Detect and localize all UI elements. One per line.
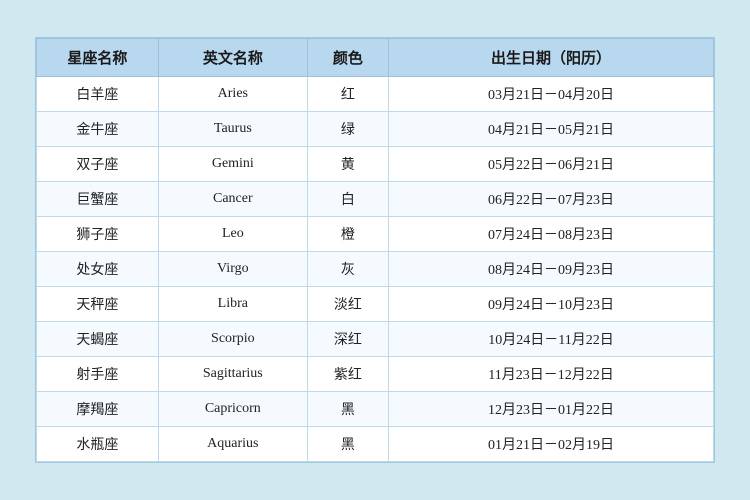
header-chinese: 星座名称: [37, 39, 159, 77]
table-row: 射手座Sagittarius紫红11月23日－12月22日: [37, 357, 714, 392]
cell-chinese: 金牛座: [37, 112, 159, 147]
cell-english: Leo: [158, 217, 307, 252]
cell-english: Capricorn: [158, 392, 307, 427]
cell-color: 红: [307, 77, 388, 112]
table-row: 双子座Gemini黄05月22日－06月21日: [37, 147, 714, 182]
cell-color: 灰: [307, 252, 388, 287]
table-row: 摩羯座Capricorn黑12月23日－01月22日: [37, 392, 714, 427]
cell-date: 06月22日－07月23日: [389, 182, 714, 217]
cell-english: Aries: [158, 77, 307, 112]
cell-chinese: 双子座: [37, 147, 159, 182]
cell-color: 绿: [307, 112, 388, 147]
table-row: 金牛座Taurus绿04月21日－05月21日: [37, 112, 714, 147]
cell-date: 11月23日－12月22日: [389, 357, 714, 392]
table-row: 水瓶座Aquarius黑01月21日－02月19日: [37, 427, 714, 462]
cell-date: 10月24日－11月22日: [389, 322, 714, 357]
cell-date: 05月22日－06月21日: [389, 147, 714, 182]
cell-date: 09月24日－10月23日: [389, 287, 714, 322]
header-date: 出生日期（阳历）: [389, 39, 714, 77]
header-english: 英文名称: [158, 39, 307, 77]
cell-english: Sagittarius: [158, 357, 307, 392]
cell-color: 黄: [307, 147, 388, 182]
cell-chinese: 巨蟹座: [37, 182, 159, 217]
cell-color: 橙: [307, 217, 388, 252]
header-color: 颜色: [307, 39, 388, 77]
table-row: 天秤座Libra淡红09月24日－10月23日: [37, 287, 714, 322]
cell-date: 08月24日－09月23日: [389, 252, 714, 287]
zodiac-table: 星座名称 英文名称 颜色 出生日期（阳历） 白羊座Aries红03月21日－04…: [36, 38, 714, 462]
cell-chinese: 白羊座: [37, 77, 159, 112]
cell-color: 黑: [307, 392, 388, 427]
cell-color: 淡红: [307, 287, 388, 322]
cell-color: 白: [307, 182, 388, 217]
cell-english: Scorpio: [158, 322, 307, 357]
cell-color: 深红: [307, 322, 388, 357]
cell-chinese: 天蝎座: [37, 322, 159, 357]
cell-english: Cancer: [158, 182, 307, 217]
cell-color: 紫红: [307, 357, 388, 392]
cell-color: 黑: [307, 427, 388, 462]
cell-chinese: 狮子座: [37, 217, 159, 252]
cell-chinese: 处女座: [37, 252, 159, 287]
cell-date: 01月21日－02月19日: [389, 427, 714, 462]
cell-date: 12月23日－01月22日: [389, 392, 714, 427]
cell-chinese: 摩羯座: [37, 392, 159, 427]
cell-chinese: 水瓶座: [37, 427, 159, 462]
zodiac-table-container: 星座名称 英文名称 颜色 出生日期（阳历） 白羊座Aries红03月21日－04…: [35, 37, 715, 463]
table-row: 白羊座Aries红03月21日－04月20日: [37, 77, 714, 112]
cell-english: Virgo: [158, 252, 307, 287]
table-row: 天蝎座Scorpio深红10月24日－11月22日: [37, 322, 714, 357]
cell-english: Libra: [158, 287, 307, 322]
table-header-row: 星座名称 英文名称 颜色 出生日期（阳历）: [37, 39, 714, 77]
cell-chinese: 射手座: [37, 357, 159, 392]
cell-english: Gemini: [158, 147, 307, 182]
cell-chinese: 天秤座: [37, 287, 159, 322]
cell-date: 07月24日－08月23日: [389, 217, 714, 252]
table-row: 处女座Virgo灰08月24日－09月23日: [37, 252, 714, 287]
cell-english: Taurus: [158, 112, 307, 147]
table-row: 巨蟹座Cancer白06月22日－07月23日: [37, 182, 714, 217]
table-row: 狮子座Leo橙07月24日－08月23日: [37, 217, 714, 252]
cell-date: 03月21日－04月20日: [389, 77, 714, 112]
cell-english: Aquarius: [158, 427, 307, 462]
cell-date: 04月21日－05月21日: [389, 112, 714, 147]
